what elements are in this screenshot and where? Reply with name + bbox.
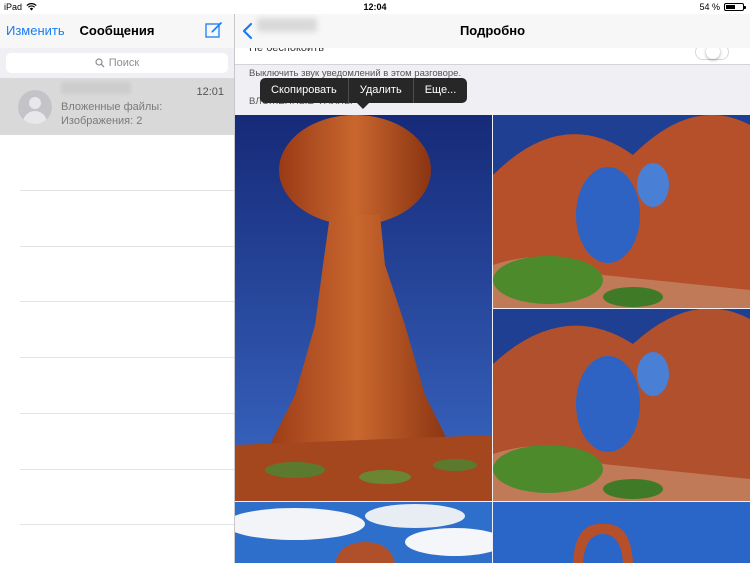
battery-percent: 54 %	[699, 2, 720, 12]
list-separator	[20, 357, 234, 358]
conversation-preview-line2: Изображения: 2	[61, 115, 143, 127]
list-separator	[20, 301, 234, 302]
battery-fill	[726, 5, 735, 9]
avatar	[18, 90, 52, 124]
search-icon	[95, 58, 105, 68]
list-separator	[20, 469, 234, 470]
menu-more[interactable]: Еще...	[414, 78, 468, 103]
details-header: Подробно	[235, 14, 750, 48]
context-menu-arrow	[357, 103, 369, 109]
search-placeholder: Поиск	[108, 57, 140, 69]
list-separator	[20, 413, 234, 414]
battery-icon	[724, 3, 746, 11]
conversation-time: 12:01	[196, 86, 224, 98]
attachment-image-balanced-rock[interactable]	[235, 115, 492, 501]
attachment-image-double-arch-1[interactable]	[493, 115, 750, 308]
do-not-disturb-row: Не беспокоить	[235, 42, 750, 65]
conversation-row[interactable]: 12:01 Вложенные файлы: Изображения: 2	[0, 78, 234, 135]
context-menu: Скопировать Удалить Еще...	[260, 78, 468, 103]
menu-copy[interactable]: Скопировать	[260, 78, 349, 103]
menu-delete[interactable]: Удалить	[349, 78, 414, 103]
status-time: 12:04	[363, 2, 387, 12]
conversation-preview-line1: Вложенные файлы:	[61, 101, 163, 113]
status-bar: iPad 12:04 54 %	[0, 0, 750, 14]
search-bar-area: Поиск	[0, 48, 234, 78]
attachment-image-delicate-arch[interactable]	[493, 502, 750, 563]
details-pane: Не беспокоить Подробно Выключить звук ув…	[235, 14, 750, 563]
messages-header: Изменить Сообщения	[0, 14, 234, 48]
list-separator	[20, 190, 234, 191]
list-separator	[20, 246, 234, 247]
attachment-image-clouds-rock[interactable]	[235, 502, 492, 563]
attachment-image-double-arch-2[interactable]	[493, 309, 750, 501]
list-separator	[20, 524, 234, 525]
contact-name-blurred	[61, 82, 131, 94]
messages-title: Сообщения	[79, 23, 155, 38]
messages-pane: Изменить Сообщения Поиск 12:01 Вложенные…	[0, 14, 234, 563]
details-title: Подробно	[459, 23, 526, 38]
search-input[interactable]: Поиск	[6, 53, 228, 73]
compose-icon[interactable]	[205, 21, 223, 39]
status-right: 54 %	[699, 2, 746, 12]
